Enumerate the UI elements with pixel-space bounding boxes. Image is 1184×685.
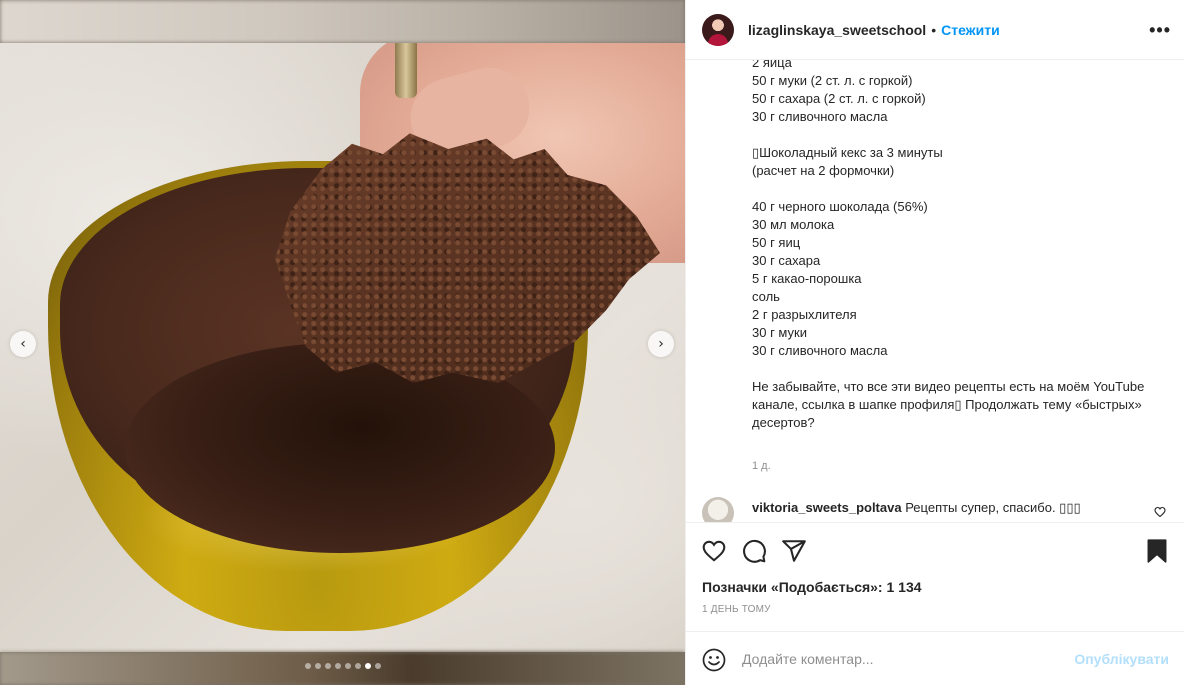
post-media: ‹ › <box>0 0 685 685</box>
publish-button[interactable]: Опублікувати <box>1074 651 1169 667</box>
slide-indicator <box>0 663 685 669</box>
header-separator: • <box>931 21 937 38</box>
comment-body: viktoria_sweets_poltava Рецепты супер, с… <box>752 500 1081 516</box>
bookmark-icon[interactable] <box>1144 538 1170 564</box>
slide-dot <box>354 663 361 669</box>
heart-icon[interactable] <box>701 538 727 564</box>
chevron-left-icon: ‹ <box>20 336 26 352</box>
post-actions: Позначки «Подобається»: 1 134 1 ДЕНЬ ТОМ… <box>686 522 1184 685</box>
post-header: lizaglinskaya_sweetschool • Стежити ••• <box>686 0 1184 60</box>
slide-dot <box>304 663 311 669</box>
author-username[interactable]: lizaglinskaya_sweetschool <box>748 22 926 38</box>
comment-input[interactable] <box>742 648 1062 670</box>
slide-dot <box>344 663 351 669</box>
follow-button[interactable]: Стежити <box>941 22 1000 38</box>
comment-item: viktoria_sweets_poltava Рецепты супер, с… <box>702 497 1172 523</box>
previous-slide-button[interactable]: ‹ <box>10 331 36 357</box>
author-avatar[interactable] <box>702 13 734 46</box>
chevron-right-icon: › <box>658 336 664 352</box>
slide-dot <box>374 663 381 669</box>
slide-dot <box>324 663 331 669</box>
media-blurred-edge-top <box>0 0 685 43</box>
post-date[interactable]: 1 ДЕНЬ ТОМУ <box>702 604 771 615</box>
comment-icon[interactable] <box>741 538 767 564</box>
comment-text: Рецепты супер, спасибо. ▯▯▯ <box>905 500 1081 515</box>
photo-spoon <box>395 43 417 98</box>
caption-timestamp[interactable]: 1 д. <box>752 460 771 472</box>
next-slide-button[interactable]: › <box>648 331 674 357</box>
caption-text: 2 яйца 50 г муки (2 ст. л. с горкой) 50 … <box>752 60 1145 430</box>
caption-area[interactable]: 2 яйца 50 г муки (2 ст. л. с горкой) 50 … <box>686 60 1184 520</box>
slide-dot <box>314 663 321 669</box>
commenter-username[interactable]: viktoria_sweets_poltava <box>752 500 902 515</box>
more-options-button[interactable]: ••• <box>1149 20 1171 41</box>
small-heart-icon[interactable] <box>1154 506 1166 518</box>
slide-dot <box>334 663 341 669</box>
post-photo <box>0 43 685 652</box>
post-details-panel: lizaglinskaya_sweetschool • Стежити ••• … <box>685 0 1184 685</box>
commenter-avatar[interactable] <box>702 497 734 523</box>
likes-count[interactable]: Позначки «Подобається»: 1 134 <box>702 579 922 595</box>
slide-dot <box>364 663 371 669</box>
emoji-icon[interactable] <box>702 648 726 672</box>
more-icon: ••• <box>1149 20 1171 40</box>
add-comment-bar: Опублікувати <box>686 631 1184 685</box>
share-icon[interactable] <box>781 538 807 564</box>
